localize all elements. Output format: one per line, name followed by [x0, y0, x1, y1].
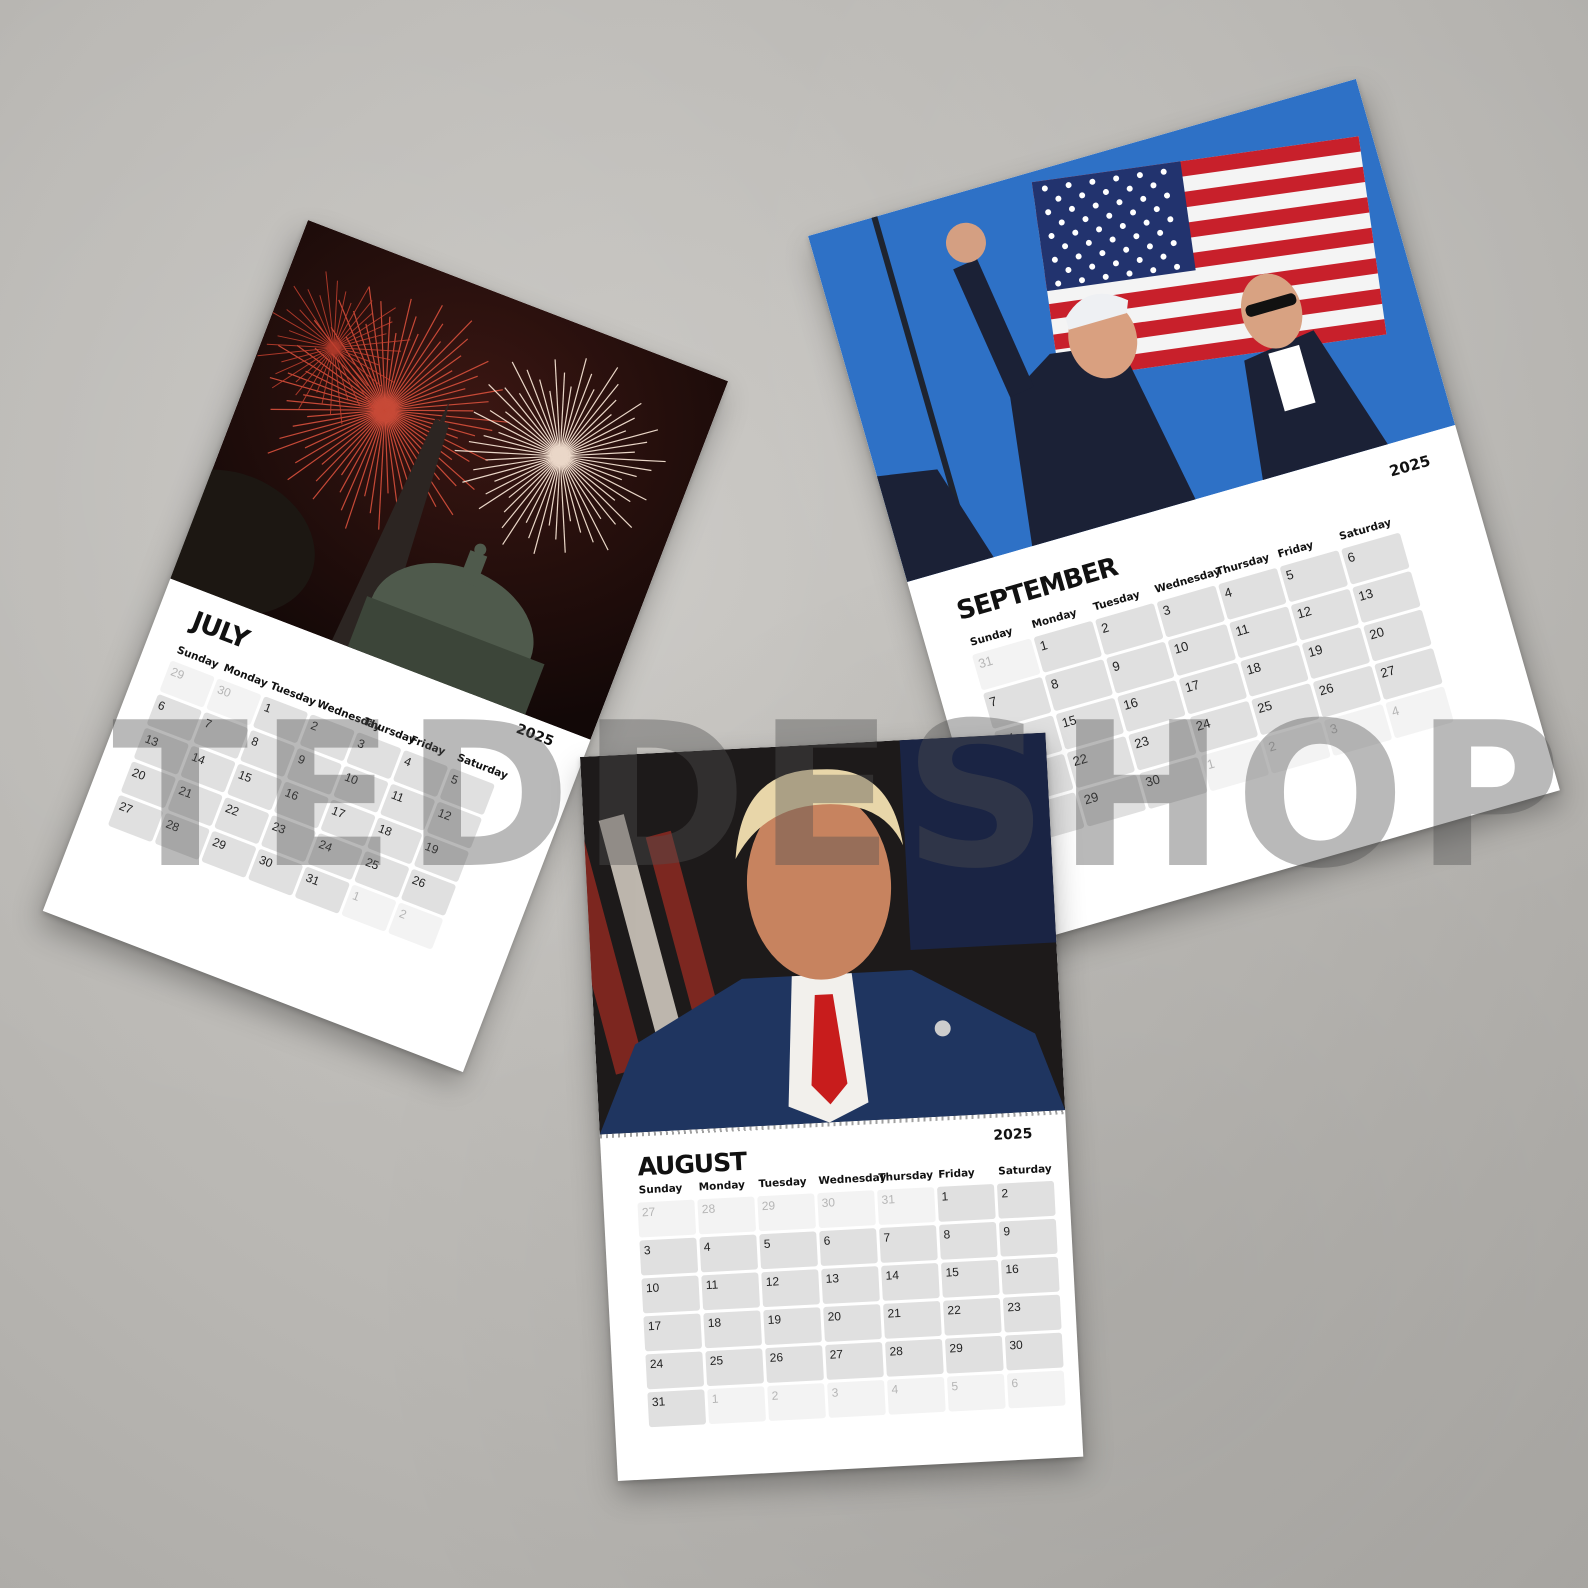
day-cell: 10 [641, 1275, 701, 1314]
day-cell: 7 [879, 1225, 938, 1263]
day-cell: 26 [765, 1345, 824, 1384]
day-cell: 2 [996, 1180, 1056, 1219]
day-cell: 5 [946, 1373, 1006, 1412]
day-cell: 16 [1000, 1256, 1060, 1295]
day-cell: 8 [938, 1221, 998, 1260]
day-cell: 1 [707, 1386, 767, 1425]
august-calendar-page: AUGUST 2025 Sunday Monday Tuesday Wednesday… [580, 732, 1084, 1482]
weekday-label: Monday [698, 1178, 746, 1194]
portrait-photo [580, 732, 1066, 1135]
day-cell: 25 [705, 1348, 765, 1387]
day-cell: 27 [637, 1199, 697, 1238]
month-title: SEPTEMBER [953, 552, 1121, 627]
day-cell: 14 [881, 1262, 940, 1301]
day-cell: 6 [1006, 1370, 1066, 1409]
day-cell: 18 [703, 1310, 763, 1349]
year-label: 2025 [513, 721, 556, 750]
day-cell: 4 [699, 1234, 759, 1273]
weekday-label: Sunday [638, 1182, 683, 1197]
day-cell: 27 [825, 1341, 884, 1380]
day-cell: 4 [887, 1376, 946, 1415]
day-cell: 9 [998, 1218, 1058, 1257]
day-cell: 24 [645, 1351, 705, 1390]
day-cell: 13 [821, 1266, 880, 1305]
weekday-label: Friday [938, 1166, 976, 1181]
day-cell: 1 [936, 1183, 996, 1222]
day-cell: 28 [697, 1196, 757, 1235]
day-cell: 29 [944, 1335, 1004, 1374]
weekday-label: Tuesday [758, 1175, 807, 1191]
day-cell: 3 [827, 1379, 886, 1418]
day-cell: 28 [885, 1338, 944, 1377]
day-cell: 22 [942, 1297, 1002, 1336]
month-title: AUGUST [636, 1146, 747, 1182]
day-cell: 2 [767, 1383, 826, 1422]
day-cell: 3 [639, 1237, 699, 1276]
day-cell: 21 [883, 1300, 942, 1339]
day-cell: 30 [817, 1190, 876, 1229]
day-cell: 29 [757, 1193, 816, 1232]
day-cell: 30 [1004, 1332, 1064, 1371]
day-cell: 31 [877, 1187, 936, 1225]
day-cell: 23 [1002, 1294, 1062, 1333]
year-label: 2025 [993, 1125, 1033, 1144]
day-cell: 6 [819, 1228, 878, 1267]
day-cell: 12 [761, 1269, 820, 1308]
year-label: 2025 [1387, 451, 1433, 481]
day-cell: 20 [823, 1304, 882, 1342]
day-cell: 11 [701, 1272, 761, 1311]
day-cell: 15 [940, 1259, 1000, 1298]
day-cell: 19 [763, 1307, 822, 1346]
day-cell: 31 [647, 1389, 707, 1428]
day-cell: 17 [643, 1313, 703, 1352]
weekday-label: Thursday [878, 1169, 934, 1184]
weekday-label: Saturday [997, 1162, 1052, 1178]
weekday-label: Wednesday [818, 1171, 887, 1188]
month-title: JULY [187, 606, 253, 656]
day-cell: 5 [759, 1231, 818, 1270]
